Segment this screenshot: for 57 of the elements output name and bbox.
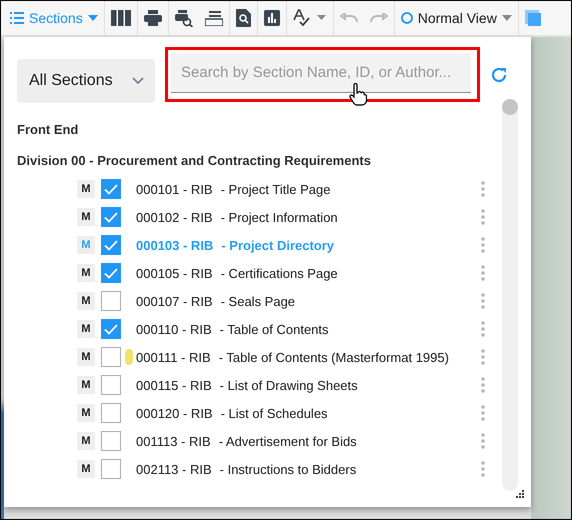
m-badge: M xyxy=(77,376,95,394)
more-icon[interactable] xyxy=(481,349,485,365)
m-badge: M xyxy=(77,320,95,338)
view-dropdown[interactable]: Normal View xyxy=(394,2,518,34)
resize-grip-icon[interactable] xyxy=(515,489,525,499)
more-icon[interactable] xyxy=(481,209,485,225)
more-icon[interactable] xyxy=(481,405,485,421)
scrollbar[interactable] xyxy=(502,99,518,491)
section-label[interactable]: 002113 - RIB - Instructions to Bidders xyxy=(136,462,481,476)
caret-icon xyxy=(502,15,512,21)
group-heading: Front End xyxy=(17,121,80,139)
checkbox[interactable] xyxy=(101,375,121,395)
section-label[interactable]: 000115 - RIB - List of Drawing Sheets xyxy=(136,378,481,392)
list-icon xyxy=(10,12,24,24)
more-icon[interactable] xyxy=(481,237,485,253)
more-icon[interactable] xyxy=(481,265,485,281)
search-field[interactable]: Search by Section Name, ID, or Author... xyxy=(171,52,471,92)
m-badge: M xyxy=(77,404,95,422)
sections-dropdown[interactable]: All Sections xyxy=(17,59,155,103)
m-badge: M xyxy=(77,292,95,310)
section-label[interactable]: 000102 - RIB - Project Information xyxy=(136,210,481,224)
circle-icon xyxy=(400,12,413,24)
m-badge: M xyxy=(77,180,95,198)
caret-icon xyxy=(88,15,98,21)
checkbox[interactable] xyxy=(101,263,121,283)
more-icon[interactable] xyxy=(481,293,485,309)
more-icon[interactable] xyxy=(481,377,485,393)
checkbox[interactable] xyxy=(101,403,121,423)
m-badge: M xyxy=(77,348,95,366)
checkbox[interactable] xyxy=(101,459,121,479)
section-label[interactable]: 000101 - RIB - Project Title Page xyxy=(136,182,481,196)
checkbox[interactable] xyxy=(101,179,121,199)
section-label[interactable]: 000120 - RIB - List of Schedules xyxy=(136,406,481,420)
section-label[interactable]: 001113 - RIB - Advertisement for Bids xyxy=(136,434,481,448)
m-badge: M xyxy=(77,264,95,282)
section-label[interactable]: 000110 - RIB - Table of Contents xyxy=(136,322,481,336)
checkbox[interactable] xyxy=(101,319,121,339)
section-label[interactable]: 000107 - RIB - Seals Page xyxy=(136,294,481,308)
more-icon[interactable] xyxy=(481,321,485,337)
refresh-icon[interactable] xyxy=(490,66,508,84)
checkbox[interactable] xyxy=(101,207,121,227)
m-badge: M xyxy=(77,208,95,226)
hand-cursor-icon xyxy=(349,82,367,106)
checkbox[interactable] xyxy=(101,235,121,255)
section-label[interactable]: 000105 - RIB - Certifications Page xyxy=(136,266,481,280)
m-badge: M xyxy=(77,236,95,254)
group-heading: Division 00 - Procurement and Contracting Requirements xyxy=(17,152,372,170)
more-icon[interactable] xyxy=(481,461,485,477)
section-label[interactable]: 000111 - RIB - Table of Contents (Masterformat 1995) xyxy=(136,350,481,364)
checkbox[interactable] xyxy=(101,291,121,311)
m-badge: M xyxy=(77,460,95,478)
checkbox[interactable] xyxy=(101,431,121,451)
more-icon[interactable] xyxy=(481,181,485,197)
chevron-down-icon xyxy=(132,77,144,85)
checkbox[interactable] xyxy=(101,347,121,367)
m-badge: M xyxy=(77,432,95,450)
more-icon[interactable] xyxy=(481,433,485,449)
